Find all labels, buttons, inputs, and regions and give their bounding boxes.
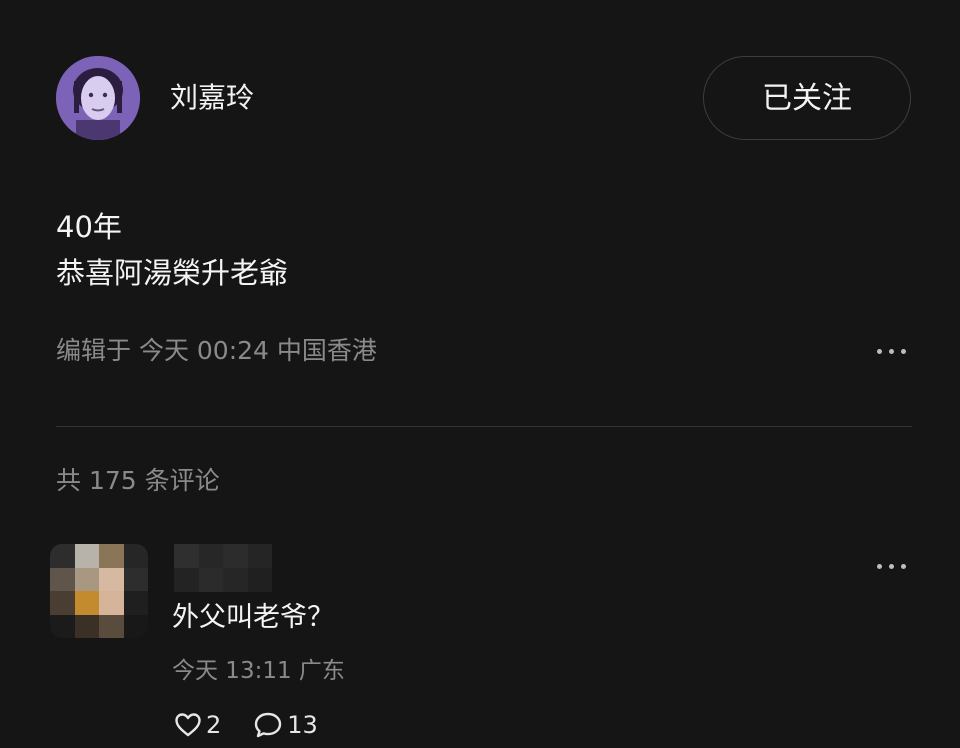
author-name[interactable]: 刘嘉玲 <box>170 80 254 116</box>
like-count: 2 <box>206 711 222 739</box>
comment-text: 外父叫老爷？ <box>172 602 334 633</box>
blurred-username-icon[interactable] <box>174 544 272 592</box>
post-text-line: 恭喜阿湯榮升老爺 <box>56 256 289 290</box>
portrait-avatar-icon <box>56 56 140 140</box>
blurred-avatar-icon[interactable] <box>50 544 148 638</box>
like-button[interactable]: 2 <box>174 711 221 739</box>
comment-bubble-icon <box>255 712 282 738</box>
reply-button[interactable]: 13 <box>253 711 318 739</box>
comment-count: 共 175 条评论 <box>56 466 220 495</box>
reply-count: 13 <box>287 711 318 739</box>
post-text-line: 40年 <box>56 210 122 244</box>
post-text: 40年 恭喜阿湯榮升老爺 <box>56 204 288 296</box>
post-card: 刘嘉玲 已关注 40年 恭喜阿湯榮升老爺 编辑于 今天 00:24 中国香港 共… <box>0 0 960 748</box>
comment-meta: 今天 13:11 广东 <box>172 658 345 684</box>
comment-actions: 2 13 <box>174 706 318 744</box>
follow-button[interactable]: 已关注 <box>703 56 911 140</box>
author-avatar[interactable] <box>56 56 140 140</box>
more-horizontal-icon[interactable] <box>877 346 907 356</box>
more-horizontal-icon[interactable] <box>877 561 907 571</box>
post-meta: 编辑于 今天 00:24 中国香港 <box>56 336 377 365</box>
divider <box>56 426 912 427</box>
heart-icon <box>175 713 201 737</box>
